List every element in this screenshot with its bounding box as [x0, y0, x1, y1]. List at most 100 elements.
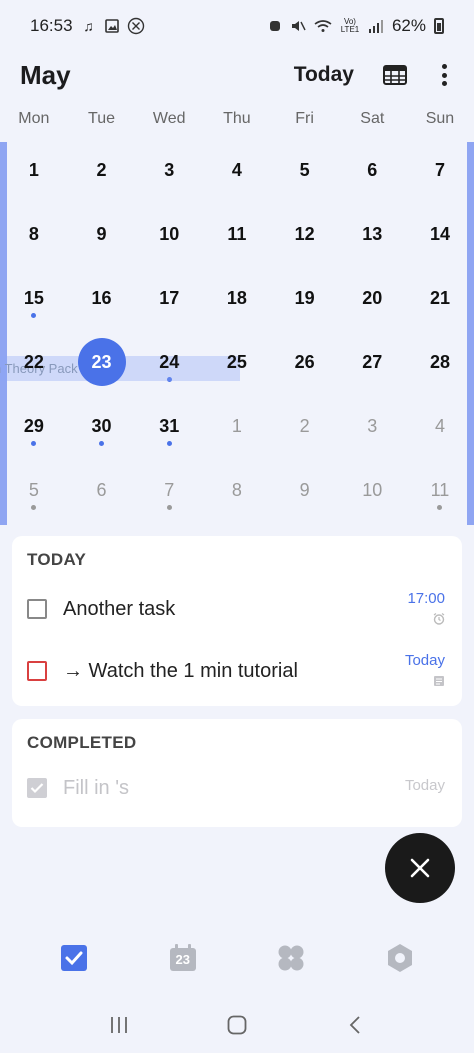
calendar-day[interactable]: 1 — [0, 138, 68, 202]
calendar-day[interactable]: 11 — [203, 202, 271, 266]
day-number: 6 — [96, 479, 107, 500]
calendar-day[interactable]: 31 — [135, 394, 203, 458]
day-number: 3 — [367, 415, 378, 436]
calendar-day[interactable]: 4 — [406, 394, 474, 458]
calendar-day[interactable]: 9 — [68, 202, 136, 266]
calendar-day[interactable]: 6 — [68, 458, 136, 522]
nav-settings[interactable] — [370, 938, 430, 978]
weekday-label: Sat — [360, 110, 385, 127]
calendar-day[interactable]: 14 — [406, 202, 474, 266]
close-fab-button[interactable] — [385, 833, 455, 903]
recent-apps-button[interactable] — [104, 1010, 134, 1040]
calendar-view-icon — [383, 65, 407, 85]
calendar-day[interactable]: 20 — [338, 266, 406, 330]
calendar-week-row: 5 6 7 8 9 10 11 — [0, 458, 474, 522]
task-check-icon — [61, 945, 88, 971]
weekday-row: Mon Tue Wed Thu Fri Sat Sun — [0, 110, 474, 140]
task-due: 17:00 — [407, 590, 445, 607]
more-options-button[interactable] — [434, 62, 454, 88]
four-leaf-icon — [278, 945, 304, 971]
calendar-day[interactable]: 21 — [406, 266, 474, 330]
calendar-day[interactable]: 8 — [0, 202, 68, 266]
dot-icon — [441, 72, 447, 78]
calendar-week-row: 15 16 17 18 19 20 21 — [0, 266, 474, 330]
calendar-day[interactable]: 7 — [406, 138, 474, 202]
day-number: 26 — [294, 351, 315, 372]
day-number: 4 — [231, 159, 242, 180]
calendar-day[interactable]: 8 — [203, 458, 271, 522]
calendar-day[interactable]: 11 — [406, 458, 474, 522]
calendar-day[interactable]: 16 — [68, 266, 136, 330]
dot-icon — [441, 64, 447, 69]
task-checkbox-checked[interactable] — [27, 778, 47, 798]
calendar-day[interactable]: 26 — [271, 330, 339, 394]
calendar-day[interactable]: 1 — [203, 394, 271, 458]
calendar-day[interactable]: 30 — [68, 394, 136, 458]
day-number: 8 — [231, 479, 242, 500]
dot-icon — [441, 81, 447, 86]
calendar-day[interactable]: 17 — [135, 266, 203, 330]
calendar-day[interactable]: 19 — [271, 266, 339, 330]
calendar-day[interactable]: 3 — [338, 394, 406, 458]
completed-section: COMPLETED Fill in 's Today — [12, 719, 462, 827]
task-item[interactable]: Another task 17:00 — [12, 578, 462, 640]
image-icon — [104, 19, 119, 33]
task-checkbox[interactable] — [27, 661, 47, 681]
completed-task-item[interactable]: Fill in 's Today — [12, 757, 462, 819]
day-number: 14 — [429, 223, 450, 244]
day-number: 5 — [28, 479, 39, 500]
back-button[interactable] — [340, 1010, 370, 1040]
calendar-day[interactable]: 4 — [203, 138, 271, 202]
recent-apps-icon — [111, 1017, 127, 1033]
status-time: 16:53 — [30, 16, 73, 35]
calendar-day[interactable]: 2 — [68, 138, 136, 202]
calendar-day[interactable]: 7 — [135, 458, 203, 522]
nav-tasks[interactable] — [44, 938, 104, 978]
task-checkbox[interactable] — [27, 599, 47, 619]
calendar-day[interactable]: 27 — [338, 330, 406, 394]
calendar-day[interactable]: 10 — [135, 202, 203, 266]
day-number: 8 — [28, 223, 39, 244]
wifi-icon — [314, 20, 332, 32]
nav-habits[interactable] — [261, 938, 321, 978]
calendar-day[interactable]: 6 — [338, 138, 406, 202]
view-mode-button[interactable] — [382, 64, 408, 86]
day-number: 10 — [159, 223, 180, 244]
day-number: 25 — [226, 351, 247, 372]
calendar-day[interactable]: 28 — [406, 330, 474, 394]
home-button[interactable] — [222, 1010, 252, 1040]
calendar-day[interactable]: 29 — [0, 394, 68, 458]
calendar-day[interactable]: 12 — [271, 202, 339, 266]
calendar-day[interactable]: 10 — [338, 458, 406, 522]
calendar-day[interactable]: 15 — [0, 266, 68, 330]
day-number: 18 — [226, 287, 247, 308]
check-icon — [30, 783, 44, 794]
calendar-day[interactable]: 5 — [0, 458, 68, 522]
day-number: 21 — [429, 287, 450, 308]
weekday-label: Sun — [425, 110, 455, 127]
today-button[interactable]: Today — [294, 63, 354, 87]
day-number: 27 — [362, 351, 383, 372]
battery-icon — [434, 18, 444, 34]
calendar-day-selected[interactable]: 23 — [68, 330, 136, 394]
mute-icon — [291, 21, 306, 31]
day-number: 1 — [28, 159, 39, 180]
nav-calendar[interactable]: 23 — [153, 938, 213, 978]
calendar-day[interactable]: 9 — [271, 458, 339, 522]
calendar-day[interactable]: 5 — [271, 138, 339, 202]
weekday-label: Tue — [88, 110, 116, 127]
home-icon — [227, 1015, 247, 1035]
event-dot — [31, 505, 37, 510]
calendar-day[interactable]: 2 — [271, 394, 339, 458]
day-number: 1 — [231, 415, 242, 436]
day-number: 23 — [77, 338, 126, 386]
calendar-day[interactable]: 3 — [135, 138, 203, 202]
task-item[interactable]: → Watch the 1 min tutorial Today — [12, 640, 462, 702]
month-title[interactable]: May — [20, 60, 294, 91]
calendar-day[interactable]: 18 — [203, 266, 271, 330]
day-number: 29 — [23, 415, 44, 436]
calendar-day[interactable]: 13 — [338, 202, 406, 266]
day-number: 20 — [362, 287, 383, 308]
battery-percent: 62% — [391, 16, 426, 35]
weekday-label: Wed — [152, 110, 186, 127]
